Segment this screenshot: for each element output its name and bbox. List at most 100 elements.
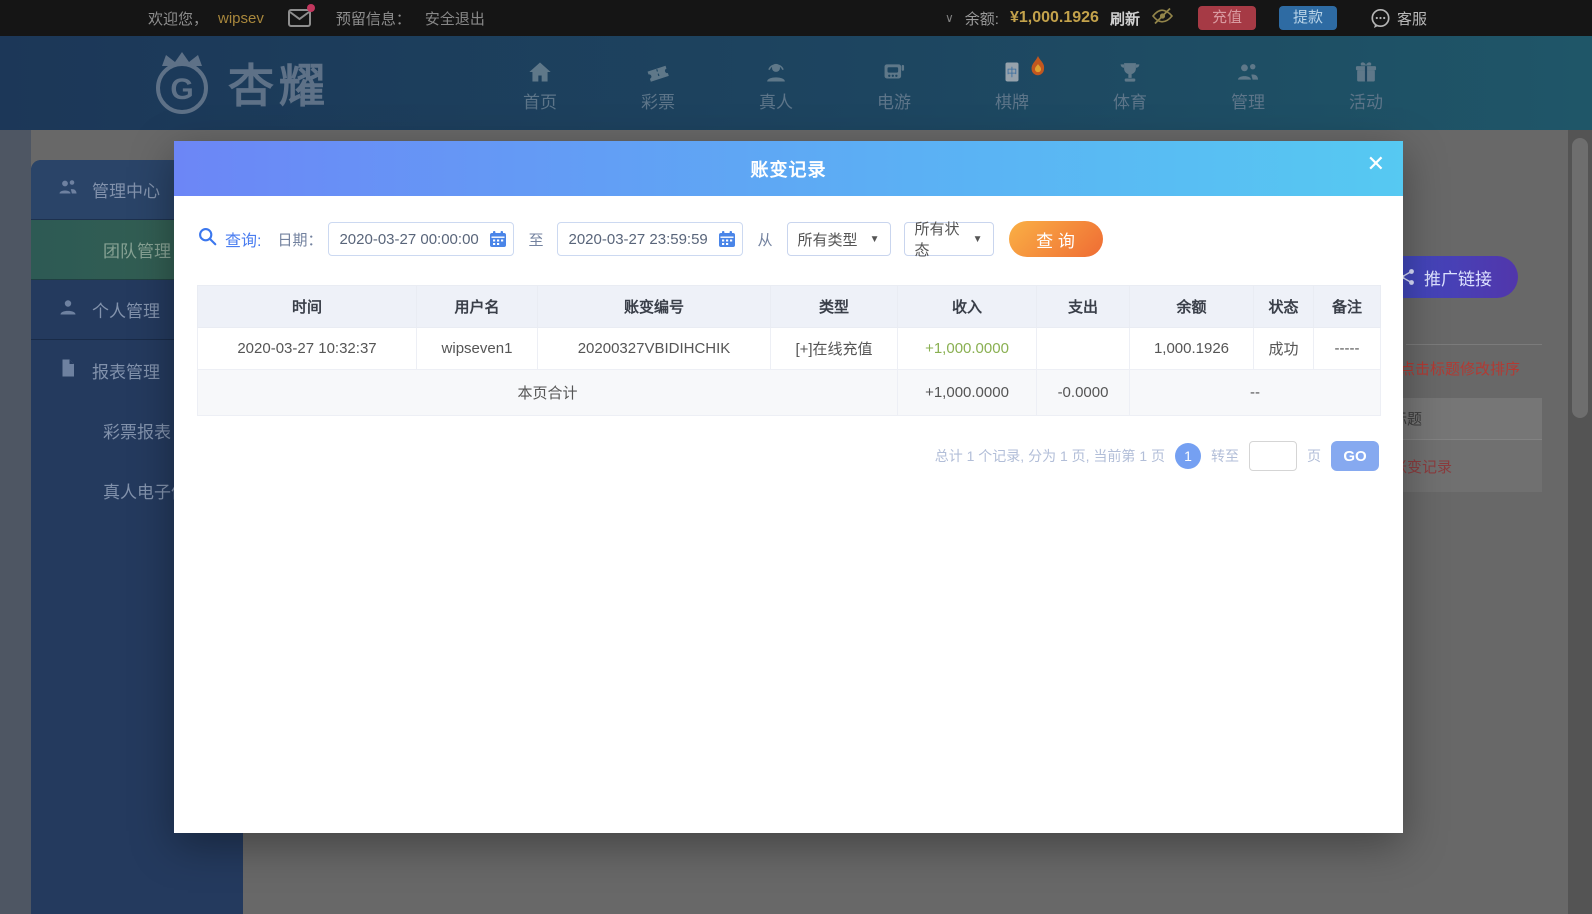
eye-slash-icon[interactable] [1151, 6, 1173, 30]
nav-menu: 首页 彩票 真人 电游 中 棋牌 体育 管理 活动 [481, 50, 1425, 116]
chevron-down-icon: ▼ [869, 233, 880, 245]
welcome-text: 欢迎您， [148, 10, 209, 28]
col-income: 收入 [897, 285, 1037, 328]
logout-link[interactable]: 安全退出 [425, 8, 485, 29]
chevron-down-icon: ▼ [972, 233, 983, 245]
nav-item-promo[interactable]: 活动 [1307, 50, 1425, 116]
ticket-icon [645, 50, 671, 84]
main-nav-bar: G 杏耀 首页 彩票 真人 电游 中 棋牌 体育 管理 活动 [0, 36, 1592, 130]
balance-label: 余额: [964, 10, 999, 28]
search-icon [197, 226, 218, 252]
top-bar: 欢迎您， wipsev 预留信息： 安全退出 ∨ 余额: ¥1,000.1926… [0, 0, 1592, 36]
cell-record-no: 20200327VBIDIHCHIK [537, 327, 771, 370]
type-select[interactable]: 所有类型 ▼ [786, 222, 891, 256]
deposit-button[interactable]: 充值 [1197, 6, 1256, 30]
modal-title: 账变记录 [750, 159, 827, 180]
cell-expense [1036, 327, 1130, 370]
nav-item-manage[interactable]: 管理 [1189, 50, 1307, 116]
status-select[interactable]: 所有状态 ▼ [903, 221, 994, 259]
team-icon [57, 177, 79, 202]
page-1-button[interactable]: 1 [1175, 443, 1201, 469]
left-gutter [0, 130, 31, 914]
cell-remark: ----- [1313, 327, 1381, 370]
cell-income: +1,000.0000 [897, 327, 1037, 370]
pagination: 总计 1 个记录, 分为 1 页, 当前第 1 页 1 转至 页 GO [935, 441, 1379, 471]
calendar-icon[interactable] [489, 230, 507, 253]
goto-page-input[interactable] [1249, 441, 1297, 471]
table-row: 2020-03-27 10:32:37 wipseven1 20200327VB… [197, 327, 1381, 370]
query-button[interactable]: 查 询 [1008, 221, 1103, 257]
cell-username: wipseven1 [416, 327, 538, 370]
reserved-info-label: 预留信息： [335, 10, 411, 28]
nav-item-live[interactable]: 真人 [717, 50, 835, 116]
trophy-icon [1117, 50, 1143, 84]
cell-status: 成功 [1253, 327, 1314, 370]
hot-flame-icon [1027, 54, 1049, 83]
account-change-modal: 账变记录 ✕ 查询: 日期： 至 从 所有类型 ▼ 所有状态 ▼ 查 询 [174, 141, 1403, 833]
pagination-summary: 总计 1 个记录, 分为 1 页, 当前第 1 页 [934, 448, 1165, 464]
refresh-link[interactable]: 刷新 [1110, 8, 1140, 29]
date-to-input[interactable] [557, 222, 744, 256]
cell-type: [+]在线充值 [770, 327, 898, 370]
col-username: 用户名 [416, 285, 538, 328]
col-remark: 备注 [1313, 285, 1381, 328]
nav-item-board-games[interactable]: 中 棋牌 [953, 50, 1071, 116]
live-person-icon [763, 50, 789, 84]
col-balance: 余额 [1129, 285, 1254, 328]
report-icon [57, 358, 79, 383]
svg-text:中: 中 [1007, 66, 1018, 79]
chevron-down-icon[interactable]: ∨ [945, 11, 954, 25]
scrollbar[interactable] [1568, 130, 1592, 914]
svg-text:G: G [170, 73, 193, 106]
balance-value: ¥1,000.1926 [1009, 9, 1099, 26]
calendar-icon[interactable] [718, 230, 736, 253]
nav-item-egame[interactable]: 电游 [835, 50, 953, 116]
table-summary-row: 本页合计 +1,000.0000 -0.0000 -- [197, 369, 1381, 416]
date-from-field-wrap [328, 222, 515, 256]
team-icon [1235, 50, 1261, 84]
slot-machine-icon [881, 50, 907, 84]
brand-logo[interactable]: G 杏耀 [146, 50, 330, 116]
brand-name: 杏耀 [228, 60, 330, 112]
col-record-no: 账变编号 [537, 285, 771, 328]
col-time: 时间 [197, 285, 417, 328]
to-label: 至 [528, 231, 544, 249]
table-header-row: 时间 用户名 账变编号 类型 收入 支出 余额 状态 备注 [197, 285, 1381, 328]
nav-item-home[interactable]: 首页 [481, 50, 599, 116]
from-label: 从 [757, 231, 773, 249]
scrollbar-thumb[interactable] [1572, 138, 1588, 418]
date-to-field-wrap [557, 222, 744, 256]
customer-service-button[interactable]: 客服 [1370, 8, 1427, 29]
col-expense: 支出 [1036, 285, 1130, 328]
customer-service-label: 客服 [1396, 10, 1427, 28]
date-label: 日期： [277, 231, 323, 249]
withdraw-button[interactable]: 提款 [1278, 6, 1337, 30]
chat-bubble-icon [1371, 8, 1390, 28]
cell-time: 2020-03-27 10:32:37 [197, 327, 417, 370]
username[interactable]: wipsev [218, 10, 264, 27]
goto-label: 转至 [1211, 448, 1239, 464]
col-type: 类型 [770, 285, 898, 328]
home-icon [527, 50, 553, 84]
date-from-input[interactable] [328, 222, 515, 256]
col-status: 状态 [1253, 285, 1314, 328]
search-toolbar: 查询: 日期： 至 从 所有类型 ▼ 所有状态 ▼ 查 询 [197, 221, 1103, 259]
page-unit-label: 页 [1307, 448, 1321, 464]
nav-item-lottery[interactable]: 彩票 [599, 50, 717, 116]
cell-balance: 1,000.1926 [1129, 327, 1254, 370]
nav-item-sports[interactable]: 体育 [1071, 50, 1189, 116]
mail-icon[interactable] [287, 4, 315, 28]
summary-label: 本页合计 [197, 369, 898, 416]
query-label: 查询: [225, 233, 262, 250]
crown-emblem-icon: G [156, 52, 208, 114]
account-change-table: 时间 用户名 账变编号 类型 收入 支出 余额 状态 备注 2020-03-27… [197, 285, 1381, 416]
unread-dot [306, 4, 315, 12]
person-icon [57, 297, 79, 322]
mahjong-tile-icon: 中 [999, 50, 1025, 84]
summary-expense: -0.0000 [1036, 369, 1130, 416]
panel-divider [1406, 344, 1542, 345]
go-button[interactable]: GO [1331, 441, 1379, 471]
modal-header: 账变记录 ✕ [174, 141, 1403, 196]
close-icon[interactable]: ✕ [1367, 153, 1385, 175]
gift-icon [1353, 50, 1379, 84]
